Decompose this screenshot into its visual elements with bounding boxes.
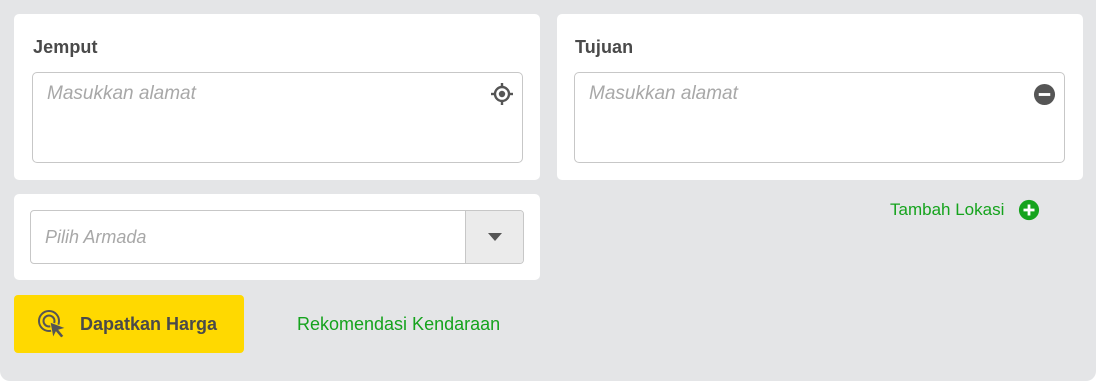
pickup-address-box[interactable]: [32, 72, 523, 163]
fleet-card: Pilih Armada: [14, 194, 540, 280]
minus-circle-icon[interactable]: [1032, 82, 1056, 106]
crosshair-location-icon[interactable]: [490, 82, 514, 106]
pickup-label: Jemput: [33, 37, 98, 57]
add-location-link[interactable]: Tambah Lokasi: [890, 199, 1040, 221]
destination-address-input[interactable]: [589, 83, 1019, 105]
fleet-select-placeholder: Pilih Armada: [45, 227, 147, 247]
get-price-button[interactable]: Dapatkan Harga: [14, 295, 244, 353]
pickup-address-input[interactable]: [47, 83, 477, 105]
destination-card: Tujuan: [557, 14, 1083, 180]
fleet-select[interactable]: Pilih Armada: [30, 210, 524, 264]
add-location-label: Tambah Lokasi: [890, 200, 1005, 219]
cursor-click-icon: [38, 310, 68, 340]
booking-form: Jemput Tujuan: [0, 0, 1096, 381]
destination-address-box[interactable]: [574, 72, 1065, 163]
vehicle-recommendation-link[interactable]: Rekomendasi Kendaraan: [297, 314, 500, 335]
fleet-dropdown-button[interactable]: [465, 211, 523, 263]
caret-down-icon: [487, 233, 502, 241]
destination-label: Tujuan: [575, 37, 634, 57]
plus-circle-icon[interactable]: [1018, 199, 1040, 221]
get-price-label: Dapatkan Harga: [80, 313, 218, 334]
pickup-card: Jemput: [14, 14, 540, 180]
